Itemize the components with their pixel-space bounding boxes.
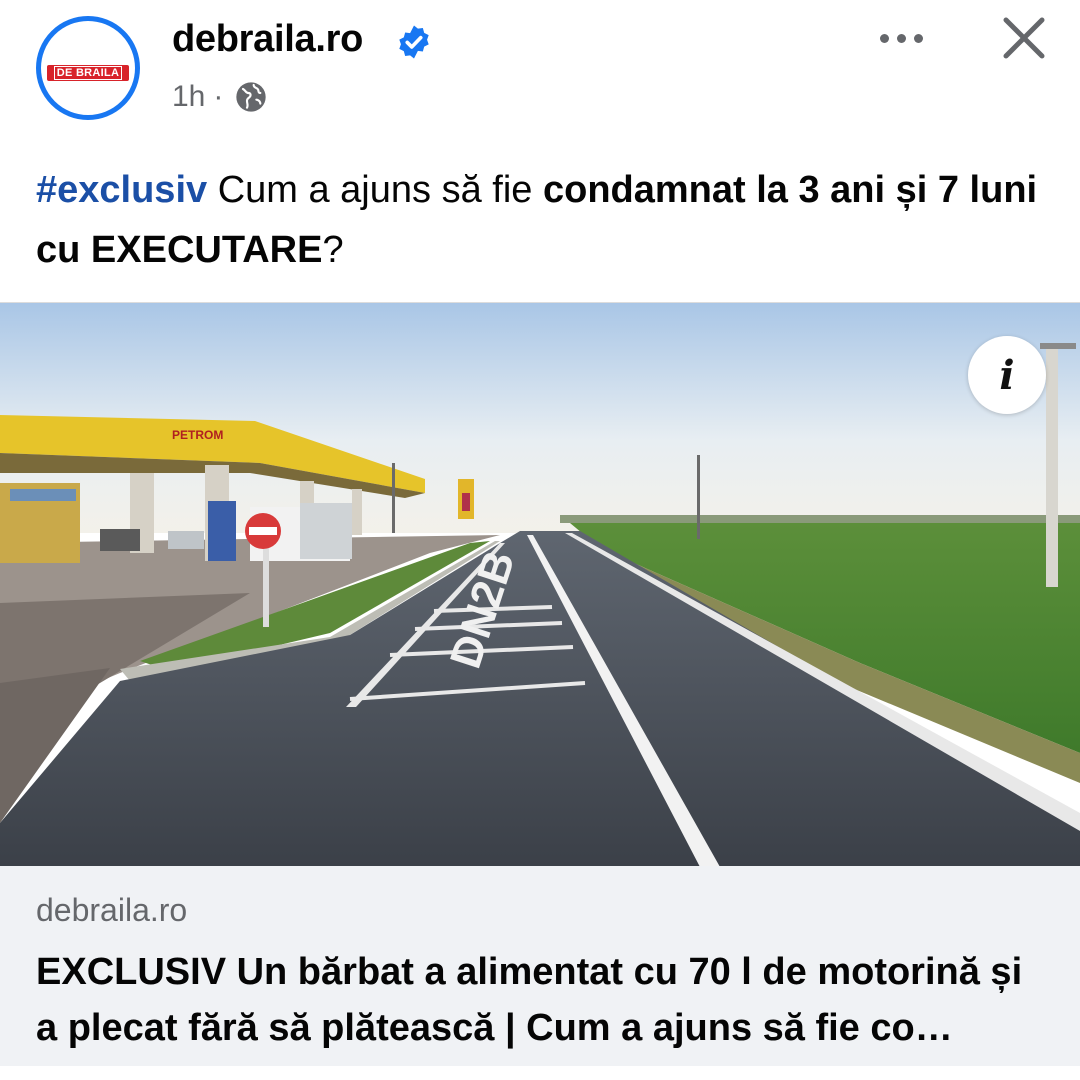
page-avatar[interactable]: DE BRAILA — [36, 16, 140, 120]
post-text-part: Cum a ajuns să fie — [207, 169, 543, 211]
more-options-button[interactable] — [866, 16, 936, 60]
avatar-logo: DE BRAILA — [47, 65, 129, 81]
link-preview-card[interactable]: debraila.ro EXCLUSIV Un bărbat a aliment… — [0, 866, 1080, 1066]
post-meta: 1h · — [172, 80, 267, 114]
post-time[interactable]: 1h — [172, 80, 205, 114]
more-options-icon — [879, 33, 889, 43]
info-button[interactable]: i — [968, 336, 1046, 414]
link-title[interactable]: EXCLUSIV Un bărbat a alimentat cu 70 l d… — [36, 944, 1046, 1056]
page-name[interactable]: debraila.ro — [172, 18, 363, 61]
post-text-end: ? — [322, 229, 344, 271]
meta-separator: · — [213, 80, 224, 113]
close-icon[interactable] — [996, 10, 1052, 66]
hashtag-link[interactable]: #exclusiv — [36, 169, 207, 211]
verified-badge-icon — [399, 25, 429, 59]
link-domain: debraila.ro — [36, 892, 188, 928]
post-header: DE BRAILA debraila.ro 1h · — [0, 0, 1080, 140]
globe-icon — [236, 82, 267, 112]
post-message: #exclusiv Cum a ajuns să fie condamnat l… — [36, 160, 1046, 280]
gas-station-sign: PETROM — [172, 428, 223, 442]
post-image[interactable]: DN2B PETROM — [0, 302, 1080, 867]
